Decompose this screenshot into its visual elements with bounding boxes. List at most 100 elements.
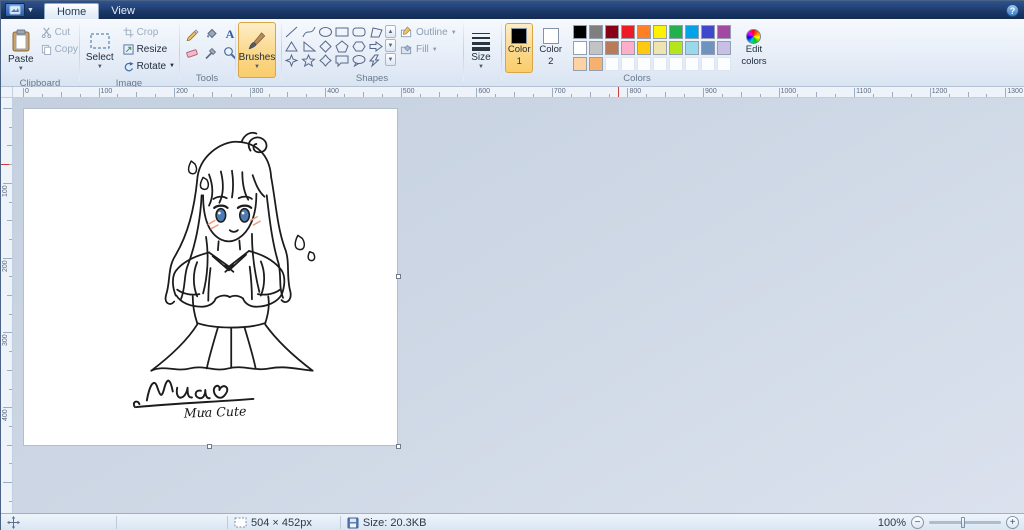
zoom-level: 100% xyxy=(877,516,906,529)
palette-swatch[interactable] xyxy=(668,25,683,39)
palette-swatch[interactable] xyxy=(604,25,619,39)
palette-swatch[interactable] xyxy=(620,25,635,39)
outline-button[interactable]: Outline ▼ xyxy=(400,26,457,39)
tab-home[interactable]: Home xyxy=(43,3,100,19)
rotate-button[interactable]: Rotate ▼ xyxy=(121,59,177,73)
palette-swatch[interactable] xyxy=(588,57,603,71)
canvas-size-icon xyxy=(234,517,247,528)
horizontal-ruler: 0 100 200 300 400 500 600 700 800 900 1000 1100 1200… xyxy=(13,87,1024,98)
brushes-dropdown-icon: ▼ xyxy=(254,63,260,70)
palette-swatch[interactable] xyxy=(716,25,731,39)
color-palette xyxy=(572,25,731,71)
zoom-in-button[interactable]: + xyxy=(1006,516,1019,529)
paste-dropdown-icon: ▼ xyxy=(17,65,24,72)
palette-swatch[interactable] xyxy=(652,25,667,39)
canvas-resize-handle-bottom[interactable] xyxy=(207,444,212,449)
copy-button[interactable]: Copy xyxy=(39,42,80,56)
palette-swatch-empty[interactable] xyxy=(668,57,683,71)
crop-button[interactable]: Crop xyxy=(121,25,177,39)
palette-swatch-empty[interactable] xyxy=(636,57,651,71)
fill-icon xyxy=(400,44,412,55)
eraser-icon xyxy=(186,49,198,58)
rotate-icon xyxy=(124,61,134,71)
drawing-girl: Mưa Cute xyxy=(132,131,316,421)
cursor-position-indicator xyxy=(7,516,20,529)
cut-button[interactable]: Cut xyxy=(39,25,80,39)
eyedropper-icon xyxy=(205,47,217,60)
palette-swatch[interactable] xyxy=(588,41,603,55)
ribbon: Paste ▼ Cut Copy Clipboard Select ▼ Crop… xyxy=(1,19,1024,90)
palette-swatch[interactable] xyxy=(636,25,651,39)
ribbon-tabs: Home View xyxy=(43,1,147,19)
zoom-slider-handle[interactable] xyxy=(961,517,966,528)
palette-swatch-empty[interactable] xyxy=(716,57,731,71)
brush-icon xyxy=(248,31,266,49)
palette-swatch[interactable] xyxy=(572,57,587,71)
shapes-more-icon[interactable]: ▼ xyxy=(385,53,396,66)
outline-dropdown-icon: ▼ xyxy=(450,29,457,36)
palette-swatch[interactable] xyxy=(684,41,699,55)
palette-swatch-empty[interactable] xyxy=(652,57,667,71)
crop-icon xyxy=(123,26,134,38)
palette-swatch[interactable] xyxy=(700,41,715,55)
qat-dropdown-icon[interactable]: ▼ xyxy=(27,7,34,14)
group-size: Size ▼ xyxy=(465,19,499,86)
status-bar: 504 × 452px Size: 20.3KB 100% − + xyxy=(1,513,1024,530)
palette-swatch[interactable] xyxy=(620,41,635,55)
shapes-scroll-up-icon[interactable]: ▲ xyxy=(385,25,396,38)
palette-swatch[interactable] xyxy=(572,25,587,39)
zoom-slider[interactable] xyxy=(929,517,1001,528)
edit-colors-button[interactable]: Edit colors xyxy=(737,23,771,73)
resize-button[interactable]: Resize xyxy=(121,42,177,56)
cut-icon xyxy=(41,27,51,38)
help-button[interactable]: ? xyxy=(1006,4,1019,17)
ruler-corner xyxy=(1,87,13,98)
size-button[interactable]: Size ▼ xyxy=(465,22,497,78)
fill-button[interactable]: Fill ▼ xyxy=(400,43,457,56)
paste-icon xyxy=(12,29,30,51)
group-clipboard: Paste ▼ Cut Copy Clipboard xyxy=(3,19,80,90)
palette-swatch[interactable] xyxy=(716,41,731,55)
group-brushes: Brushes ▼ xyxy=(237,19,279,86)
paint-menu-button[interactable] xyxy=(5,3,25,17)
canvas-size-indicator: 504 × 452px xyxy=(234,517,312,529)
size-icon xyxy=(472,32,490,51)
shapes-gallery[interactable] xyxy=(283,25,385,69)
color1-swatch xyxy=(511,28,528,45)
color1-button[interactable]: Color 1 xyxy=(505,23,534,73)
palette-swatch[interactable] xyxy=(572,41,587,55)
palette-swatch[interactable] xyxy=(700,25,715,39)
color2-swatch xyxy=(542,28,559,45)
palette-swatch[interactable] xyxy=(652,41,667,55)
canvas-resize-handle-corner[interactable] xyxy=(396,444,401,449)
color-picker-tool-button[interactable] xyxy=(202,44,220,62)
fill-tool-button[interactable] xyxy=(202,25,220,43)
palette-swatch-empty[interactable] xyxy=(700,57,715,71)
palette-swatch-empty[interactable] xyxy=(684,57,699,71)
shapes-scroll-down-icon[interactable]: ▼ xyxy=(385,39,396,52)
palette-swatch[interactable] xyxy=(604,41,619,55)
size-dropdown-icon: ▼ xyxy=(478,63,484,70)
palette-swatch-empty[interactable] xyxy=(620,57,635,71)
palette-swatch-empty[interactable] xyxy=(604,57,619,71)
resize-icon xyxy=(123,43,134,55)
paste-button[interactable]: Paste ▼ xyxy=(7,22,35,78)
palette-swatch[interactable] xyxy=(668,41,683,55)
canvas-resize-handle-right[interactable] xyxy=(396,274,401,279)
palette-swatch[interactable] xyxy=(684,25,699,39)
file-size-icon xyxy=(347,517,359,528)
paint-canvas[interactable]: Mưa Cute xyxy=(23,108,398,446)
pencil-tool-button[interactable] xyxy=(183,25,201,43)
color2-button[interactable]: Color 2 xyxy=(536,23,564,73)
signature-text: Mưa Cute xyxy=(183,403,247,420)
brushes-button[interactable]: Brushes ▼ xyxy=(238,22,276,78)
eraser-tool-button[interactable] xyxy=(183,44,201,62)
palette-swatch[interactable] xyxy=(588,25,603,39)
group-label-tools: Tools xyxy=(195,73,219,84)
file-size-indicator: Size: 20.3KB xyxy=(347,517,426,529)
zoom-out-button[interactable]: − xyxy=(911,516,924,529)
canvas-area[interactable]: Mưa Cute xyxy=(13,98,1024,513)
tab-view[interactable]: View xyxy=(99,3,147,19)
select-button[interactable]: Select ▼ xyxy=(83,22,117,78)
palette-swatch[interactable] xyxy=(636,41,651,55)
